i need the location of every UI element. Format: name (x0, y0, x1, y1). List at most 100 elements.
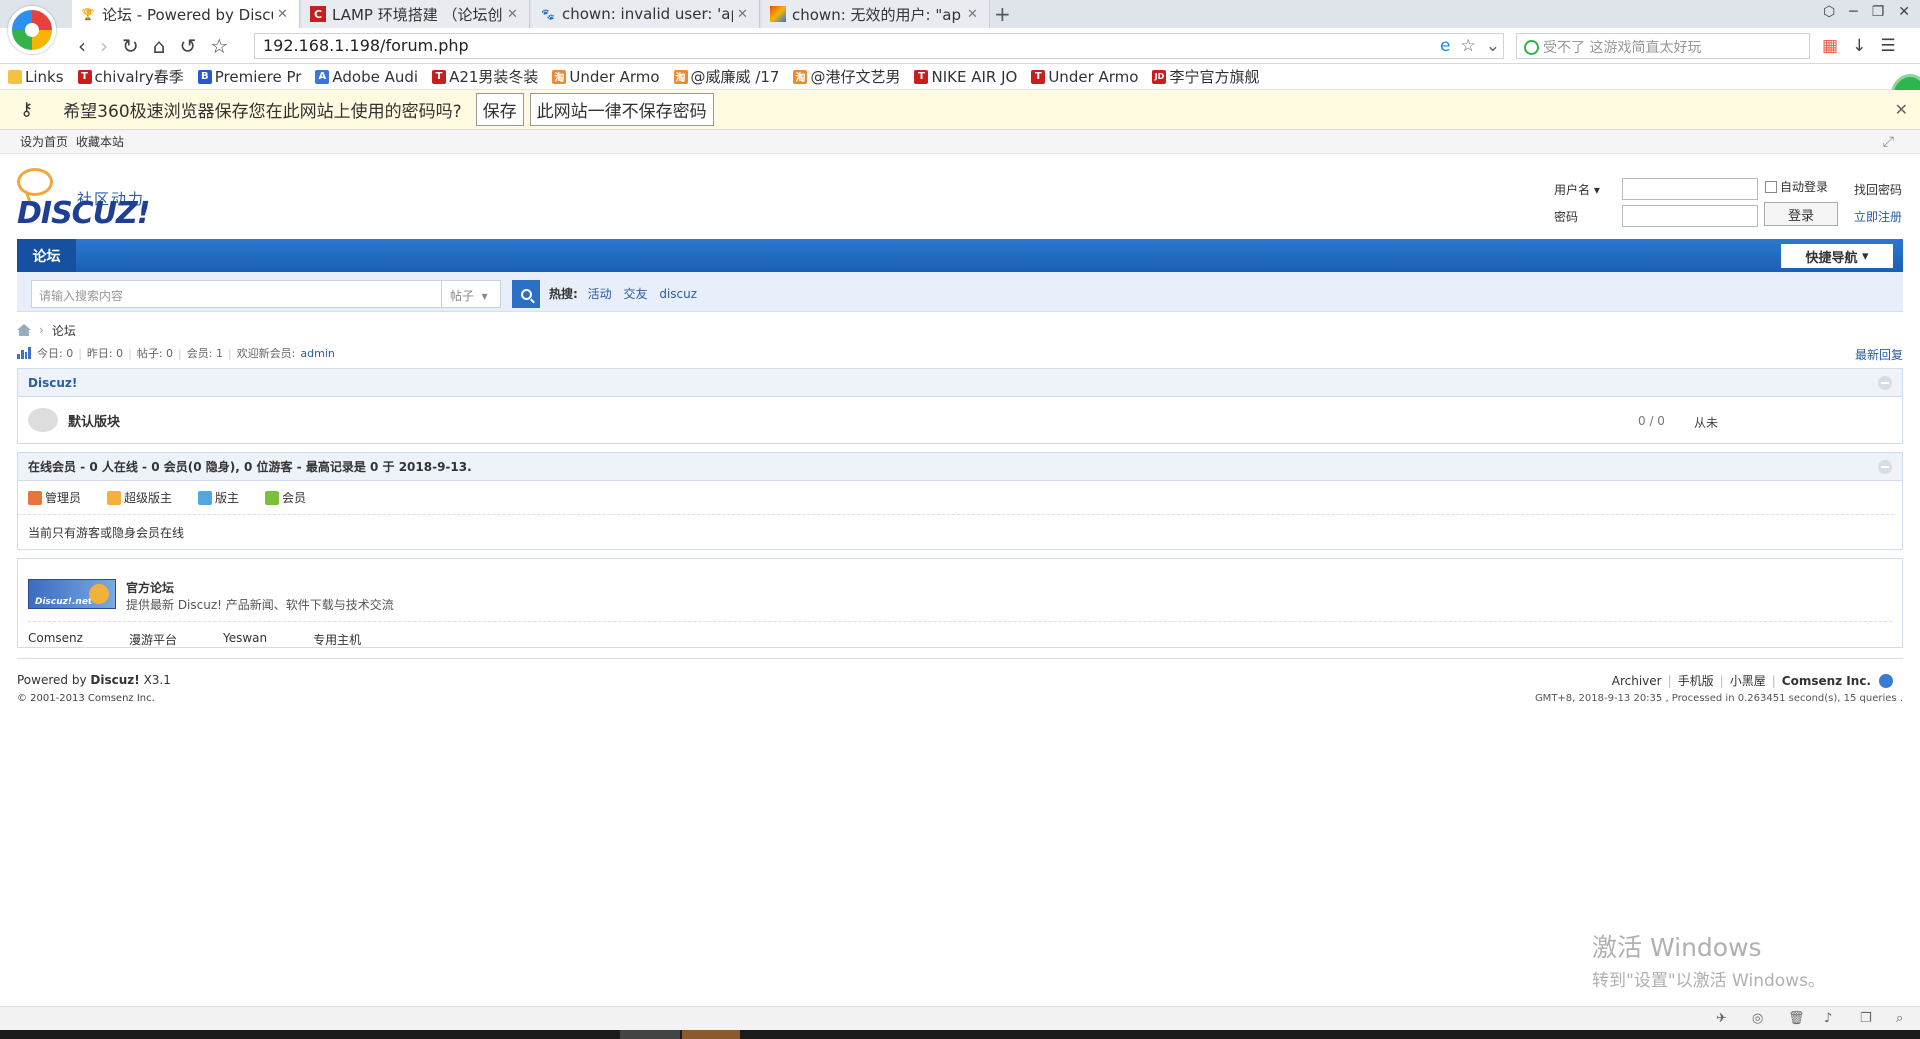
home-icon[interactable]: ⌂ (153, 34, 166, 58)
online-header: 在线会员 - 0 人在线 - 0 会员(0 隐身), 0 位游客 - 最高记录是… (18, 453, 1902, 481)
skin-icon[interactable]: ⬡ (1823, 4, 1835, 20)
bookmark-item[interactable]: A Adobe Audi (315, 68, 418, 86)
password-input[interactable] (1622, 205, 1758, 227)
navigation-buttons: ‹ › ↻ ⌂ ↺ ☆ (78, 34, 228, 58)
restore-icon[interactable]: ❐ (1872, 4, 1885, 20)
close-icon[interactable]: ✕ (967, 7, 979, 22)
bookmark-links[interactable]: Links (8, 68, 64, 86)
discuz-link[interactable]: Discuz! (90, 673, 139, 687)
save-password-button[interactable]: 保存 (475, 93, 524, 126)
close-icon[interactable]: ✕ (737, 7, 749, 22)
friend-link[interactable]: 漫游平台 (129, 631, 177, 648)
window-icon[interactable]: ❐ (1860, 1011, 1872, 1026)
taskbar-item[interactable] (682, 1030, 740, 1039)
tab-lamp[interactable]: C LAMP 环境搭建 （论坛创 ✕ (302, 0, 530, 28)
friend-link[interactable]: Comsenz (28, 631, 83, 648)
username-input[interactable] (1622, 178, 1758, 200)
online-summary[interactable]: 在线会员 - 0 人在线 - 0 会员(0 隐身), 0 位游客 - 最高记录是… (28, 458, 472, 475)
collapse-icon[interactable] (1878, 376, 1892, 390)
site-topbar: 设为首页 收藏本站 ⤢ (0, 130, 1920, 154)
newest-member-link[interactable]: admin (300, 347, 334, 360)
home-icon[interactable] (17, 324, 31, 336)
forgot-password-link[interactable]: 找回密码 (1854, 181, 1902, 198)
apps-grid-icon[interactable]: ▦ (1822, 36, 1838, 56)
bookmark-item[interactable]: T Under Armo (1031, 68, 1138, 86)
download-icon[interactable]: ↓ (1852, 36, 1866, 56)
bookmark-item[interactable]: JD 李宁官方旗舰 (1152, 66, 1259, 87)
nav-forum-tab[interactable]: 论坛 (17, 239, 76, 272)
friend-link[interactable]: Yeswan (223, 631, 267, 648)
category-name-link[interactable]: Discuz! (28, 376, 77, 390)
search-icon (520, 288, 532, 300)
mobile-link[interactable]: 手机版 (1678, 672, 1714, 689)
discuz-logo[interactable]: 社区动力 DISCUZ! (17, 168, 150, 231)
latest-reply-link[interactable]: 最新回复 (1855, 346, 1903, 363)
search-input[interactable]: 请输入搜索内容 (31, 280, 442, 308)
set-home-link[interactable]: 设为首页 (20, 133, 68, 150)
username-label[interactable]: 用户名 ▾ (1554, 181, 1614, 198)
bookmark-item[interactable]: 淘 Under Armo (552, 68, 660, 86)
minimize-icon[interactable]: ─ (1849, 4, 1857, 20)
pin-icon[interactable]: ✈ (1716, 1011, 1727, 1026)
tab-chown-en[interactable]: 🐾 chown: invalid user: 'ap ✕ (532, 0, 760, 28)
trash-icon[interactable]: 🗑 (1788, 1011, 1805, 1026)
close-icon[interactable]: ✕ (1895, 100, 1908, 119)
comsenz-link[interactable]: Comsenz Inc. (1782, 674, 1871, 688)
mod-user-icon (198, 490, 213, 505)
hot-search-link[interactable]: 活动 (588, 287, 612, 301)
hot-search-link[interactable]: discuz (659, 287, 697, 301)
volume-icon[interactable]: ♪ (1824, 1011, 1832, 1026)
bookmark-item[interactable]: 淘 @威廉威 /17 (673, 66, 779, 87)
copyright: © 2001-2013 Comsenz Inc. (17, 693, 155, 704)
close-icon[interactable]: ✕ (277, 7, 289, 22)
undo-icon[interactable]: ↺ (179, 34, 196, 58)
back-icon[interactable]: ‹ (78, 34, 86, 58)
discuz-net-logo[interactable]: Discuz!.net (28, 579, 116, 609)
welcome-label: 欢迎新会员: (236, 347, 296, 360)
bookmark-item[interactable]: B Premiere Pr (197, 68, 301, 86)
chart-icon (17, 347, 31, 359)
browser-tabbar: 🏆 论坛 - Powered by Discuz! ✕ C LAMP 环境搭建 … (0, 0, 1920, 54)
paw-icon: 🐾 (541, 7, 555, 21)
hot-search-link[interactable]: 交友 (623, 287, 647, 301)
bookmark-item[interactable]: 淘 @港仔文艺男 (793, 66, 900, 87)
search-type-select[interactable]: 帖子 ▾ (442, 280, 501, 308)
forward-icon[interactable]: › (100, 34, 108, 58)
menu-icon[interactable]: ☰ (1880, 36, 1895, 56)
bookmark-item[interactable]: T NIKE AIR JO (914, 68, 1017, 86)
browser-logo-icon[interactable] (8, 6, 56, 54)
quick-nav-button[interactable]: 快捷导航 ▾ (1781, 244, 1893, 268)
ie-mode-icon[interactable]: e (1440, 36, 1450, 56)
official-forum-link[interactable]: 官方论坛 (126, 579, 174, 596)
zoom-icon[interactable]: ⌕ (1896, 1011, 1903, 1026)
url-input[interactable]: 192.168.1.198/forum.php (254, 33, 1504, 59)
bookmark-site-link[interactable]: 收藏本站 (76, 133, 124, 150)
close-icon[interactable]: ✕ (507, 7, 519, 22)
speed-icon[interactable]: ◎ (1752, 1011, 1763, 1026)
archiver-link[interactable]: Archiver (1612, 674, 1662, 688)
search-button[interactable] (512, 280, 540, 308)
window-close-icon[interactable]: ✕ (1898, 4, 1910, 20)
tab-chown-cn[interactable]: chown: 无效的用户: "ap ✕ (762, 0, 990, 28)
bookmark-star-icon[interactable]: ☆ (1460, 36, 1475, 56)
bookmark-item[interactable]: T A21男装冬装 (432, 66, 538, 87)
favorite-star-icon[interactable]: ☆ (210, 34, 228, 58)
blackroom-link[interactable]: 小黑屋 (1730, 672, 1766, 689)
register-link[interactable]: 立即注册 (1854, 208, 1902, 225)
new-tab-plus-icon[interactable]: + (994, 2, 1011, 26)
bookmark-item[interactable]: Tchivalry春季 (77, 66, 184, 87)
forum-name-link[interactable]: 默认版块 (68, 411, 120, 430)
tab-forum[interactable]: 🏆 论坛 - Powered by Discuz! ✕ (72, 0, 300, 28)
reload-icon[interactable]: ↻ (122, 34, 139, 58)
never-save-button[interactable]: 此网站一律不保存密码 (529, 93, 714, 126)
auto-login-checkbox[interactable]: 自动登录 (1765, 178, 1828, 195)
expand-icon[interactable]: ⤢ (1883, 134, 1894, 150)
friend-link[interactable]: 专用主机 (313, 631, 361, 648)
login-button[interactable]: 登录 (1764, 202, 1838, 226)
legend-member: 会员 (265, 489, 306, 506)
chevron-down-icon[interactable]: ⌄ (1486, 36, 1500, 56)
browser-search-input[interactable]: 受不了 这游戏简直太好玩 (1516, 33, 1810, 59)
taskbar-item[interactable] (620, 1030, 680, 1039)
collapse-icon[interactable] (1878, 460, 1892, 474)
official-forum-desc: 提供最新 Discuz! 产品新闻、软件下载与技术交流 (126, 598, 394, 612)
